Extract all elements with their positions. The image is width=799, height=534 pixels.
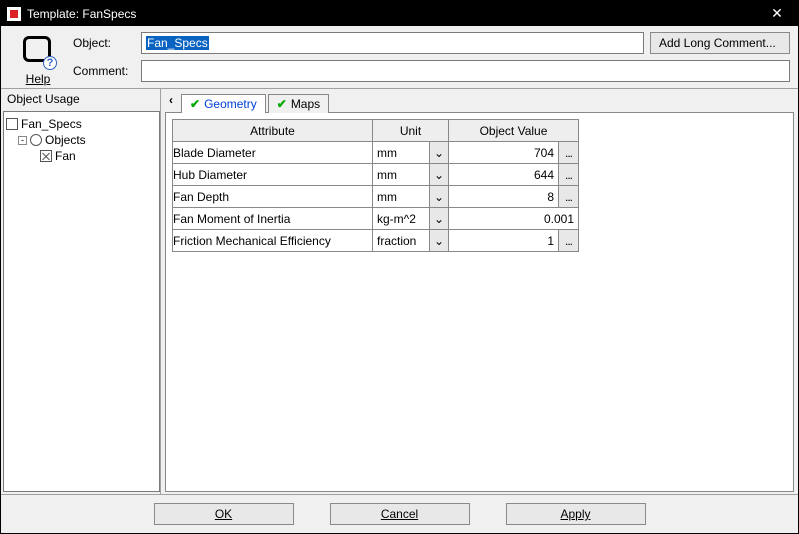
table-row: Hub Diametermm⌄644...	[173, 164, 579, 186]
attribute-table: Attribute Unit Object Value Blade Diamet…	[172, 119, 579, 252]
attr-cell: Fan Depth	[173, 186, 373, 208]
add-long-comment-button[interactable]: Add Long Comment...	[650, 32, 790, 54]
window-title: Template: FanSpecs	[27, 7, 762, 21]
col-header-value: Object Value	[449, 120, 579, 142]
ok-button[interactable]: OK	[154, 503, 294, 525]
titlebar: Template: FanSpecs ✕	[1, 1, 798, 26]
check-icon: ✔	[190, 97, 200, 111]
apply-button[interactable]: Apply	[506, 503, 646, 525]
circle-icon	[30, 134, 42, 146]
value-cell: 0.001	[449, 208, 579, 230]
value-input[interactable]: 8	[449, 186, 558, 207]
table-row: Friction Mechanical Efficiencyfraction⌄1…	[173, 230, 579, 252]
help-button[interactable]: ? Help	[9, 32, 67, 86]
unit-cell: mm⌄	[373, 164, 449, 186]
table-row: Fan Moment of Inertiakg-m^2⌄0.001	[173, 208, 579, 230]
comment-input[interactable]	[141, 60, 790, 82]
unit-dropdown[interactable]: ⌄	[430, 230, 448, 251]
value-cell: 1...	[449, 230, 579, 252]
attr-cell: Fan Moment of Inertia	[173, 208, 373, 230]
value-input[interactable]: 1	[449, 230, 558, 251]
unit-cell: kg-m^2⌄	[373, 208, 449, 230]
main-area: Object Usage Fan_Specs - Objects Fan ‹ ✔ Geo…	[1, 89, 798, 494]
attr-cell: Blade Diameter	[173, 142, 373, 164]
right-panel: ‹ ✔ Geometry ✔ Maps Attribute Unit Object V…	[161, 89, 798, 494]
tab-bar: ✔ Geometry ✔ Maps	[177, 94, 329, 113]
table-row: Blade Diametermm⌄704...	[173, 142, 579, 164]
tree-node[interactable]: - Objects	[6, 132, 157, 148]
unit-dropdown[interactable]: ⌄	[430, 186, 448, 207]
comment-label: Comment:	[73, 64, 135, 78]
tree-expander-icon[interactable]: -	[18, 136, 27, 145]
unit-cell: mm⌄	[373, 186, 449, 208]
tree-node-label: Objects	[45, 133, 86, 147]
value-input[interactable]: 644	[449, 164, 558, 185]
cross-box-icon	[40, 150, 52, 162]
value-input[interactable]: 704	[449, 142, 558, 163]
button-bar: OK Cancel Apply	[1, 494, 798, 533]
object-usage-panel: Object Usage Fan_Specs - Objects Fan	[1, 89, 161, 494]
tree-node[interactable]: Fan	[6, 148, 157, 164]
unit-dropdown[interactable]: ⌄	[430, 142, 448, 163]
tree-node-label: Fan	[55, 149, 76, 163]
unit-dropdown[interactable]: ⌄	[430, 208, 448, 229]
table-row: Fan Depthmm⌄8...	[173, 186, 579, 208]
value-cell: 8...	[449, 186, 579, 208]
template-dialog: Template: FanSpecs ✕ ? Help Object: Fan_…	[0, 0, 799, 534]
value-more-button[interactable]: ...	[558, 230, 578, 251]
close-icon[interactable]: ✕	[762, 5, 792, 22]
object-input[interactable]: Fan_Specs	[141, 32, 644, 54]
unit-cell: fraction⌄	[373, 230, 449, 252]
unit-dropdown[interactable]: ⌄	[430, 164, 448, 185]
tab-geometry[interactable]: ✔ Geometry	[181, 94, 266, 113]
tab-content: Attribute Unit Object Value Blade Diamet…	[165, 112, 794, 492]
unit-value: fraction	[373, 230, 430, 251]
tab-label: Geometry	[204, 97, 257, 111]
help-icon: ?	[19, 32, 57, 70]
check-icon: ✔	[277, 97, 287, 111]
square-icon	[6, 118, 18, 130]
app-icon	[7, 7, 21, 21]
value-cell: 644...	[449, 164, 579, 186]
attr-cell: Friction Mechanical Efficiency	[173, 230, 373, 252]
value-more-button[interactable]: ...	[558, 186, 578, 207]
tab-maps[interactable]: ✔ Maps	[268, 94, 329, 113]
tree-node[interactable]: Fan_Specs	[6, 116, 157, 132]
object-usage-tree[interactable]: Fan_Specs - Objects Fan	[3, 111, 160, 492]
collapse-chevron-icon[interactable]: ‹	[165, 93, 177, 107]
value-input[interactable]: 0.001	[449, 208, 578, 229]
header-area: ? Help Object: Fan_Specs Add Long Commen…	[1, 26, 798, 89]
help-label: Help	[26, 72, 51, 86]
col-header-attribute: Attribute	[173, 120, 373, 142]
unit-cell: mm⌄	[373, 142, 449, 164]
unit-value: mm	[373, 186, 430, 207]
col-header-unit: Unit	[373, 120, 449, 142]
tab-label: Maps	[291, 97, 320, 111]
value-more-button[interactable]: ...	[558, 142, 578, 163]
unit-value: mm	[373, 164, 430, 185]
cancel-button[interactable]: Cancel	[330, 503, 470, 525]
value-more-button[interactable]: ...	[558, 164, 578, 185]
object-label: Object:	[73, 36, 135, 50]
attr-cell: Hub Diameter	[173, 164, 373, 186]
object-usage-title: Object Usage	[1, 89, 160, 109]
tree-node-label: Fan_Specs	[21, 117, 82, 131]
unit-value: kg-m^2	[373, 208, 430, 229]
value-cell: 704...	[449, 142, 579, 164]
unit-value: mm	[373, 142, 430, 163]
